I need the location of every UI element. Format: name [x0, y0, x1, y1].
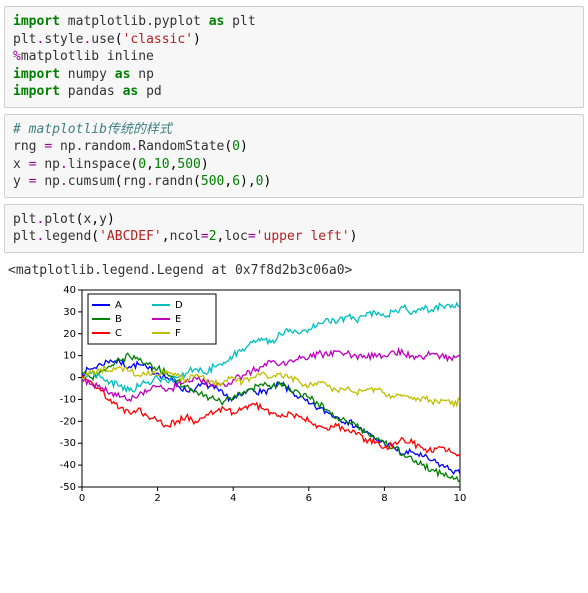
- kw-as-2: as: [115, 67, 131, 82]
- str-upperleft: 'upper left': [256, 229, 350, 244]
- x-tick-label: 0: [79, 493, 85, 504]
- attr-style: style: [44, 32, 83, 47]
- lit-a: 0: [138, 157, 146, 172]
- code-cell-1[interactable]: import matplotlib.pyplot as plt plt.styl…: [4, 6, 584, 108]
- kw-as: as: [209, 14, 225, 29]
- name-np: np: [60, 139, 76, 154]
- alias-np: np: [138, 67, 154, 82]
- lit-0b: 0: [256, 174, 264, 189]
- arg-x: x: [83, 212, 91, 227]
- y-tick-label: -20: [60, 416, 76, 427]
- mod-numpy: numpy: [68, 67, 107, 82]
- attr-randomstate: RandomState: [138, 139, 224, 154]
- magic-percent: %: [13, 49, 21, 64]
- lit-2: 2: [209, 229, 217, 244]
- x-tick-label: 8: [381, 493, 387, 504]
- name-np2: np: [44, 157, 60, 172]
- attr-linspace: linspace: [68, 157, 131, 172]
- attr-randn: randn: [154, 174, 193, 189]
- x-tick-label: 6: [306, 493, 312, 504]
- series-B: [82, 353, 460, 481]
- y-tick-label: 30: [63, 307, 76, 318]
- y-tick-label: -40: [60, 460, 76, 471]
- y-tick-label: 40: [63, 285, 76, 296]
- kw-ncol: ncol: [170, 229, 201, 244]
- mod-mpl: matplotlib.pyplot: [68, 14, 201, 29]
- x-tick-label: 2: [154, 493, 160, 504]
- lit-c: 500: [177, 157, 200, 172]
- lit-b: 10: [154, 157, 170, 172]
- name-np3: np: [44, 174, 60, 189]
- line-chart: -50 -40 -30 -20 -10 0 10 20 30 40 0 2 4 6 8 10 ABC DEF: [40, 282, 470, 507]
- arg-y: y: [99, 212, 107, 227]
- x-tick-label: 10: [454, 493, 467, 504]
- output-repr: <matplotlib.legend.Legend at 0x7f8d2b3c0…: [0, 259, 588, 280]
- attr-plot: plot: [44, 212, 75, 227]
- chart-output: -50 -40 -30 -20 -10 0 10 20 30 40 0 2 4 6 8 10 ABC DEF: [40, 282, 470, 507]
- y-tick-label: 10: [63, 351, 76, 362]
- var-x: x: [13, 157, 21, 172]
- legend-label-E: E: [175, 314, 181, 325]
- x-tick-label: 4: [230, 493, 236, 504]
- legend-label-A: A: [115, 300, 122, 311]
- lit-6: 6: [232, 174, 240, 189]
- kw-import: import: [13, 14, 60, 29]
- str-classic: 'classic': [123, 32, 193, 47]
- code-cell-2[interactable]: # matplotlib传统的样式 rng = np.random.Random…: [4, 114, 584, 198]
- attr-legend: legend: [44, 229, 91, 244]
- y-tick-label: -10: [60, 394, 76, 405]
- code-cell-3[interactable]: plt.plot(x,y) plt.legend('ABCDEF',ncol=2…: [4, 204, 584, 253]
- alias-plt: plt: [232, 14, 255, 29]
- lit-0: 0: [232, 139, 240, 154]
- var-y: y: [13, 174, 21, 189]
- attr-use: use: [91, 32, 114, 47]
- attr-random: random: [83, 139, 130, 154]
- name-plt3: plt: [13, 229, 36, 244]
- legend-label-B: B: [115, 314, 122, 325]
- lit-500: 500: [201, 174, 224, 189]
- alias-pd: pd: [146, 84, 162, 99]
- mod-pandas: pandas: [68, 84, 115, 99]
- kw-as-3: as: [123, 84, 139, 99]
- kw-import-2: import: [13, 67, 60, 82]
- str-abcdef: 'ABCDEF': [99, 229, 162, 244]
- comment-line: # matplotlib传统的样式: [13, 122, 172, 137]
- var-rng: rng: [13, 139, 36, 154]
- y-tick-label: 0: [70, 373, 76, 384]
- name-plt2: plt: [13, 212, 36, 227]
- y-tick-label: 20: [63, 329, 76, 340]
- legend-label-D: D: [175, 300, 183, 311]
- attr-cumsum: cumsum: [68, 174, 115, 189]
- magic-body: matplotlib inline: [21, 49, 154, 64]
- y-tick-label: -30: [60, 438, 76, 449]
- kw-import-3: import: [13, 84, 60, 99]
- name-rng: rng: [123, 174, 146, 189]
- name-plt: plt: [13, 32, 36, 47]
- y-tick-label: -50: [60, 482, 76, 493]
- legend-label-F: F: [175, 328, 181, 339]
- legend-label-C: C: [115, 328, 122, 339]
- kw-loc: loc: [224, 229, 247, 244]
